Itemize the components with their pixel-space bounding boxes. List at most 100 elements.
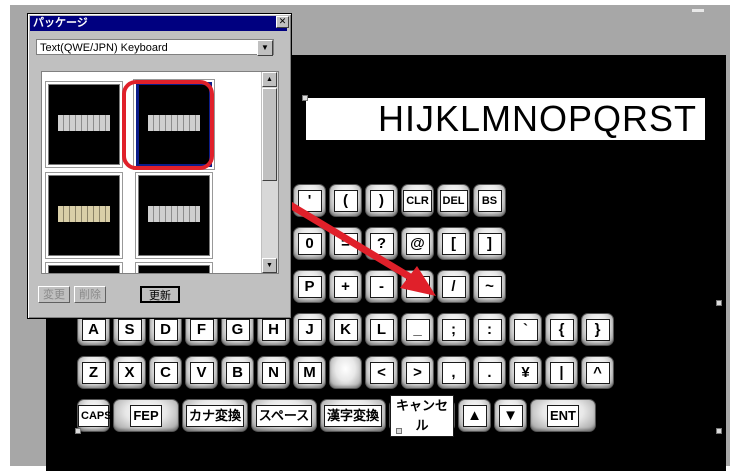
keyboard-key[interactable]: CAPS xyxy=(77,399,112,432)
key-label: _ xyxy=(405,318,430,341)
package-select[interactable]: Text(QWE/JPN) Keyboard ▼ xyxy=(36,39,274,56)
keyboard-key[interactable]: ( xyxy=(329,184,362,217)
keyboard-key[interactable]: V xyxy=(185,356,218,389)
selection-handle[interactable] xyxy=(396,428,402,434)
keyboard-key[interactable]: K xyxy=(329,313,362,346)
keyboard-key[interactable]: ^ xyxy=(581,356,614,389)
keyboard-key[interactable]: CLR xyxy=(401,184,434,217)
key-label: ▲ xyxy=(462,404,487,427)
selection-handle[interactable] xyxy=(716,300,722,306)
key-label: DEL xyxy=(439,189,468,212)
keyboard-key[interactable]: Z xyxy=(77,356,110,389)
keyboard-key[interactable]: B xyxy=(221,356,254,389)
keyboard-key[interactable]: FEP xyxy=(113,399,179,432)
key-label: F xyxy=(189,318,214,341)
keyboard-key[interactable]: ` xyxy=(509,313,542,346)
scroll-up-icon[interactable]: ▲ xyxy=(262,72,277,87)
keyboard-key[interactable]: ▲ xyxy=(458,399,491,432)
minimize-icon[interactable] xyxy=(692,9,704,12)
key-label: ~ xyxy=(477,275,502,298)
selection-handle[interactable] xyxy=(75,428,81,434)
keyboard-key[interactable]: X xyxy=(113,356,146,389)
keyboard-key[interactable]: > xyxy=(401,356,434,389)
key-label: | xyxy=(549,361,574,384)
keyboard-key[interactable]: L xyxy=(365,313,398,346)
keyboard-preview xyxy=(58,115,110,131)
keyboard-key[interactable]: DEL xyxy=(437,184,470,217)
keyboard-key[interactable]: J xyxy=(293,313,326,346)
keyboard-key[interactable]: 漢字変換 xyxy=(320,399,386,432)
keyboard-thumbnail[interactable] xyxy=(138,175,210,256)
keyboard-key[interactable]: N xyxy=(257,356,290,389)
keyboard-key[interactable]: = xyxy=(329,227,362,260)
keyboard-key[interactable]: / xyxy=(437,270,470,303)
keyboard-key[interactable]: スペース xyxy=(251,399,317,432)
keyboard-key[interactable]: ] xyxy=(473,227,506,260)
key-label: - xyxy=(369,275,394,298)
key-label: X xyxy=(117,361,142,384)
keyboard-thumbnail[interactable] xyxy=(48,265,120,273)
change-button[interactable]: 変更 xyxy=(38,286,70,303)
key-label: N xyxy=(261,361,286,384)
key-label: + xyxy=(333,275,358,298)
keyboard-key[interactable]: ~ xyxy=(473,270,506,303)
keyboard-key[interactable]: [ xyxy=(437,227,470,260)
keyboard-key[interactable]: } xyxy=(581,313,614,346)
keyboard-preview xyxy=(148,206,200,222)
keyboard-key[interactable]: ? xyxy=(365,227,398,260)
update-button[interactable]: 更新 xyxy=(140,286,180,303)
keyboard-key[interactable]: * xyxy=(401,270,434,303)
keyboard-key[interactable]: C xyxy=(149,356,182,389)
scroll-down-icon[interactable]: ▼ xyxy=(262,258,277,273)
keyboard-key[interactable] xyxy=(329,356,362,389)
keyboard-key[interactable]: ENT xyxy=(530,399,596,432)
selection-handle[interactable] xyxy=(716,428,722,434)
keyboard-key[interactable]: | xyxy=(545,356,578,389)
selection-handle[interactable] xyxy=(302,95,308,101)
keyboard-key[interactable]: ) xyxy=(365,184,398,217)
key-label: L xyxy=(369,318,394,341)
key-label: } xyxy=(585,318,610,341)
chevron-down-icon[interactable]: ▼ xyxy=(257,40,273,56)
key-label: < xyxy=(369,361,394,384)
keyboard-key[interactable]: ▼ xyxy=(494,399,527,432)
keyboard-key[interactable]: : xyxy=(473,313,506,346)
key-label: FEP xyxy=(130,404,162,427)
keyboard-key[interactable]: カナ変換 xyxy=(182,399,248,432)
scrollbar[interactable]: ▲ ▼ xyxy=(261,72,278,273)
keyboard-thumbnail[interactable] xyxy=(48,175,120,256)
key-label: CAPS xyxy=(78,404,112,427)
scroll-thumb[interactable] xyxy=(262,88,277,181)
key-label: @ xyxy=(405,232,430,255)
keyboard-preview xyxy=(58,206,110,222)
key-label: K xyxy=(333,318,358,341)
keyboard-key[interactable]: ' xyxy=(293,184,326,217)
keyboard-key[interactable]: P xyxy=(293,270,326,303)
key-label: C xyxy=(153,361,178,384)
key-label: ¥ xyxy=(513,361,538,384)
keyboard-key[interactable]: BS xyxy=(473,184,506,217)
key-label: P xyxy=(297,275,322,298)
keyboard-key[interactable]: ¥ xyxy=(509,356,542,389)
keyboard-key[interactable]: M xyxy=(293,356,326,389)
key-label: CLR xyxy=(403,189,432,212)
keyboard-key[interactable]: - xyxy=(365,270,398,303)
keyboard-key[interactable]: _ xyxy=(401,313,434,346)
keyboard-thumbnail[interactable] xyxy=(138,265,210,273)
window-title: パッケージ xyxy=(30,16,287,31)
keyboard-key[interactable]: + xyxy=(329,270,362,303)
keyboard-key[interactable]: 0 xyxy=(293,227,326,260)
delete-button[interactable]: 削除 xyxy=(74,286,106,303)
text-display[interactable]: HIJKLMNOPQRST xyxy=(306,98,705,140)
keyboard-key[interactable]: ; xyxy=(437,313,470,346)
close-icon[interactable]: ✕ xyxy=(276,16,289,28)
key-label: ? xyxy=(369,232,394,255)
keyboard-key[interactable]: , xyxy=(437,356,470,389)
keyboard-key[interactable]: < xyxy=(365,356,398,389)
key-label: スペース xyxy=(255,404,313,427)
key-label: Z xyxy=(81,361,106,384)
keyboard-key[interactable]: { xyxy=(545,313,578,346)
keyboard-key[interactable]: . xyxy=(473,356,506,389)
keyboard-thumbnail[interactable] xyxy=(48,84,120,165)
keyboard-key[interactable]: @ xyxy=(401,227,434,260)
